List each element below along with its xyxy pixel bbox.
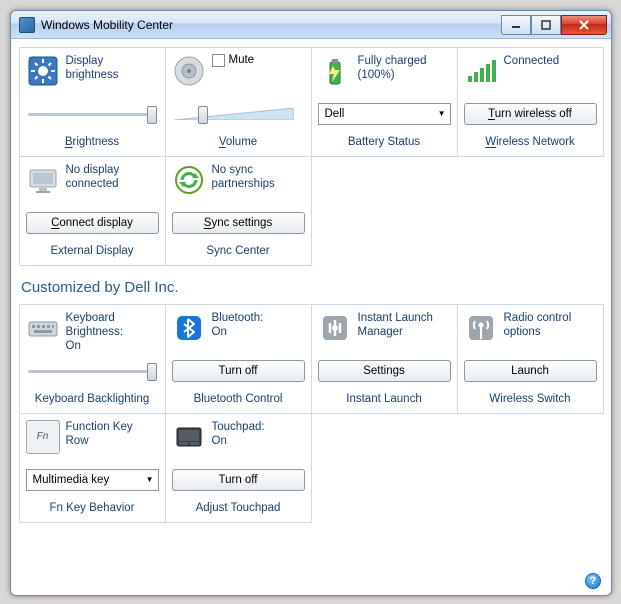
volume-footer: Volume bbox=[172, 132, 305, 148]
tile-wireless: Connected Turn wireless off Wireless Net… bbox=[457, 47, 604, 157]
antenna-icon bbox=[464, 311, 498, 345]
fn-key-value: Multimedia key bbox=[33, 474, 110, 486]
tile-battery: Fully charged (100%) Dell ▼ Battery Stat… bbox=[311, 47, 458, 157]
brightness-icon bbox=[26, 54, 60, 88]
wireless-desc: Connected bbox=[504, 54, 597, 68]
wireless-footer: Wireless Network bbox=[464, 132, 597, 148]
tile-fn-key: Fn Function Key Row Multimedia key ▼ Fn … bbox=[19, 413, 166, 523]
standard-tiles-grid: Display brightness Brightness bbox=[19, 47, 603, 265]
bluetooth-desc: Bluetooth: On bbox=[212, 311, 305, 340]
kbd-backlight-footer: Keyboard Backlighting bbox=[26, 389, 159, 405]
battery-icon bbox=[318, 54, 352, 88]
tile-bluetooth: Bluetooth: On Turn off Bluetooth Control bbox=[165, 304, 312, 414]
app-icon bbox=[19, 17, 35, 33]
bluetooth-footer: Bluetooth Control bbox=[172, 389, 305, 405]
radio-desc: Radio control options bbox=[504, 311, 597, 340]
touchpad-icon bbox=[172, 420, 206, 454]
bluetooth-icon bbox=[172, 311, 206, 345]
custom-tiles-grid: Keyboard Brightness: On Keyboard Backlig… bbox=[19, 304, 603, 522]
help-icon[interactable]: ? bbox=[585, 573, 601, 589]
tile-keyboard-backlight: Keyboard Brightness: On Keyboard Backlig… bbox=[19, 304, 166, 414]
tile-wireless-switch: Radio control options Launch Wireless Sw… bbox=[457, 304, 604, 414]
brightness-footer: Brightness bbox=[26, 132, 159, 148]
titlebar[interactable]: Windows Mobility Center bbox=[11, 11, 611, 39]
mute-label: Mute bbox=[229, 54, 255, 66]
brightness-slider[interactable] bbox=[26, 104, 159, 124]
window-title: Windows Mobility Center bbox=[41, 18, 501, 32]
sync-footer: Sync Center bbox=[172, 241, 305, 257]
instant-launch-desc: Instant Launch Manager bbox=[358, 311, 451, 340]
instant-launch-settings-button[interactable]: Settings bbox=[318, 360, 451, 382]
sync-desc: No sync partnerships bbox=[212, 163, 305, 192]
touchpad-footer: Adjust Touchpad bbox=[172, 498, 305, 514]
battery-desc: Fully charged (100%) bbox=[358, 54, 451, 83]
tile-sync: No sync partnerships Sync settings Sync … bbox=[165, 156, 312, 266]
ext-display-desc: No display connected bbox=[66, 163, 159, 192]
kbd-backlight-desc: Keyboard Brightness: On bbox=[66, 311, 159, 354]
instant-launch-footer: Instant Launch bbox=[318, 389, 451, 405]
wireless-toggle-button[interactable]: Turn wireless off bbox=[464, 103, 597, 125]
minimize-button[interactable] bbox=[501, 15, 531, 35]
maximize-button[interactable] bbox=[531, 15, 561, 35]
tile-volume: Mute Volume bbox=[165, 47, 312, 157]
ext-display-footer: External Display bbox=[26, 241, 159, 257]
speaker-icon bbox=[172, 54, 206, 88]
tile-brightness: Display brightness Brightness bbox=[19, 47, 166, 157]
dropdown-arrow-icon: ▼ bbox=[438, 109, 446, 118]
touchpad-desc: Touchpad: On bbox=[212, 420, 305, 449]
fn-key-footer: Fn Key Behavior bbox=[26, 498, 159, 514]
kbd-backlight-slider[interactable] bbox=[26, 361, 159, 381]
fn-key-select[interactable]: Multimedia key ▼ bbox=[26, 469, 159, 491]
tile-external-display: No display connected Connect display Ext… bbox=[19, 156, 166, 266]
brightness-desc: Display brightness bbox=[66, 54, 159, 83]
tile-touchpad: Touchpad: On Turn off Adjust Touchpad bbox=[165, 413, 312, 523]
battery-footer: Battery Status bbox=[318, 132, 451, 148]
sync-icon bbox=[172, 163, 206, 197]
radio-launch-button[interactable]: Launch bbox=[464, 360, 597, 382]
custom-section-label: Customized by Dell Inc. bbox=[21, 279, 601, 296]
connect-display-button[interactable]: Connect display bbox=[26, 212, 159, 234]
fn-key-icon: Fn bbox=[26, 420, 60, 454]
power-plan-value: Dell bbox=[325, 108, 345, 120]
client-area: Display brightness Brightness bbox=[11, 39, 611, 595]
radio-footer: Wireless Switch bbox=[464, 389, 597, 405]
mute-checkbox[interactable]: Mute bbox=[212, 54, 255, 67]
wifi-bars-icon bbox=[464, 54, 498, 88]
close-button[interactable] bbox=[561, 15, 607, 35]
volume-slider[interactable] bbox=[172, 104, 305, 124]
keyboard-icon bbox=[26, 311, 60, 345]
mobility-center-window: Windows Mobility Center Display brightne… bbox=[10, 10, 612, 596]
fn-key-desc: Function Key Row bbox=[66, 420, 159, 449]
dropdown-arrow-icon: ▼ bbox=[146, 475, 154, 484]
tile-instant-launch: Instant Launch Manager Settings Instant … bbox=[311, 304, 458, 414]
touchpad-toggle-button[interactable]: Turn off bbox=[172, 469, 305, 491]
monitor-icon bbox=[26, 163, 60, 197]
bluetooth-toggle-button[interactable]: Turn off bbox=[172, 360, 305, 382]
sync-settings-button[interactable]: Sync settings bbox=[172, 212, 305, 234]
instant-launch-icon bbox=[318, 311, 352, 345]
power-plan-select[interactable]: Dell ▼ bbox=[318, 103, 451, 125]
